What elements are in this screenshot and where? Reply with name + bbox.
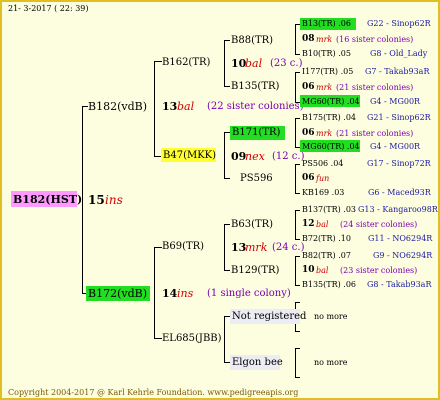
gen4-queen-id[interactable]: I177(TR) .05: [302, 68, 353, 76]
gen4-sister-note: (21 sister colonies): [336, 129, 414, 138]
root-breed: ins: [105, 193, 123, 207]
gen4-breeder-line: G21 - Sinop62R: [367, 113, 431, 122]
gen4-breeder-line: G8 - Old_Lady: [370, 49, 428, 58]
no-more-label: no more: [314, 312, 348, 321]
gen2-sister-note: (24 c.): [272, 242, 305, 253]
gen4-breeder-line: G9 - NO6294R: [373, 251, 433, 260]
gen2-queen-id[interactable]: B47(MKK): [163, 151, 216, 161]
gen4-breeder-line: G17 - Sinop72R: [367, 159, 431, 168]
gen4-breeder-line: G4 - MG00R: [370, 142, 421, 151]
gen1-sister-note: (1 single colony): [207, 288, 291, 299]
gen3-breed: bal: [245, 57, 263, 70]
gen4-breed: fun: [316, 174, 330, 183]
gen4-breed: mrk: [316, 35, 333, 44]
gen4-sister-note: (23 sister colonies): [340, 266, 418, 275]
gen4-breed: bal: [316, 220, 329, 229]
gen1-sister-note: (22 sister colonies): [207, 101, 304, 112]
gen4-year: 08: [302, 34, 315, 44]
gen3-queen-id[interactable]: Not registered: [232, 312, 306, 322]
gen1-year: 14: [162, 287, 178, 300]
root-queen-id[interactable]: B182(HST): [13, 194, 82, 205]
gen4-breeder-line: G4 - MG00R: [370, 97, 421, 106]
date-stamp: 21- 3-2017 ( 22: 39): [8, 4, 89, 13]
gen4-breeder-line: G22 - Sinop62R: [367, 19, 431, 28]
gen4-year: 06: [302, 128, 315, 138]
gen1-year: 13: [162, 100, 178, 113]
gen1-queen-id[interactable]: B182(vdB): [88, 101, 147, 112]
gen4-breed: mrk: [316, 83, 333, 92]
gen4-queen-id[interactable]: B13(TR) .06: [302, 20, 351, 28]
gen4-queen-id[interactable]: B72(TR) .10: [302, 235, 351, 243]
gen4-queen-id[interactable]: PS506 .04: [302, 160, 343, 168]
gen4-year: 06: [302, 82, 315, 92]
gen4-queen-id[interactable]: B137(TR) .03: [302, 206, 356, 214]
pedigree-frame: 21- 3-2017 ( 22: 39) B182(HST) 15 ins B1…: [0, 0, 440, 400]
gen2-queen-id[interactable]: EL685(JBB): [162, 334, 222, 344]
gen4-queen-id[interactable]: B135(TR) .06: [302, 281, 356, 289]
gen2-queen-id[interactable]: B69(TR): [162, 242, 204, 252]
gen4-sister-note: (21 sister colonies): [336, 83, 414, 92]
gen1-breed: bal: [177, 100, 195, 113]
gen4-breeder-line: G8 - Takab93aR: [367, 280, 432, 289]
gen4-queen-id[interactable]: B82(TR) .07: [302, 252, 351, 260]
gen2-sister-note: (12 c.): [272, 151, 305, 162]
gen4-breeder-line: G7 - Takab93aR: [365, 67, 430, 76]
no-more-label: no more: [314, 358, 348, 367]
gen2-breed: mrk: [245, 241, 268, 254]
gen4-queen-id[interactable]: MG60(TR) .04: [302, 98, 360, 106]
gen4-breeder-line: G13 - Kangaroo98R: [358, 205, 438, 214]
gen2-queen-id[interactable]: B162(TR): [162, 58, 210, 68]
gen4-queen-id[interactable]: MG60(TR) .04: [302, 143, 360, 151]
gen4-breed: mrk: [316, 129, 333, 138]
gen4-year: 12: [302, 219, 315, 229]
gen4-sister-note: (24 sister colonies): [340, 220, 418, 229]
gen4-breed: bal: [316, 266, 329, 275]
gen3-queen-id[interactable]: B135(TR): [231, 82, 279, 92]
root-year: 15: [88, 193, 105, 207]
gen4-year: 10: [302, 265, 315, 275]
gen3-queen-id[interactable]: B88(TR): [231, 36, 273, 46]
copyright-footer: Copyright 2004-2017 @ Karl Kehrle Founda…: [8, 388, 299, 397]
gen1-breed: ins: [177, 287, 194, 300]
gen4-queen-id[interactable]: KB169 .03: [302, 189, 344, 197]
gen3-sister-note: (23 c.): [270, 58, 303, 69]
gen4-year: 06: [302, 173, 315, 183]
gen4-breeder-line: G11 - NO6294R: [368, 234, 433, 243]
gen2-breed: nex: [245, 150, 265, 163]
gen4-queen-id[interactable]: B175(TR) .04: [302, 114, 356, 122]
gen3-queen-id[interactable]: B63(TR): [231, 220, 273, 230]
gen3-queen-id[interactable]: PS596: [240, 174, 273, 184]
gen4-sister-note: (16 sister colonies): [336, 35, 414, 44]
gen3-queen-id[interactable]: B129(TR): [231, 266, 279, 276]
gen1-queen-id[interactable]: B172(vdB): [88, 288, 147, 299]
gen3-queen-id[interactable]: B171(TR): [232, 128, 280, 138]
gen3-queen-id[interactable]: Elgon bee: [232, 358, 283, 368]
gen4-breeder-line: G6 - Maced93R: [368, 188, 431, 197]
gen4-queen-id[interactable]: B10(TR) .05: [302, 50, 351, 58]
